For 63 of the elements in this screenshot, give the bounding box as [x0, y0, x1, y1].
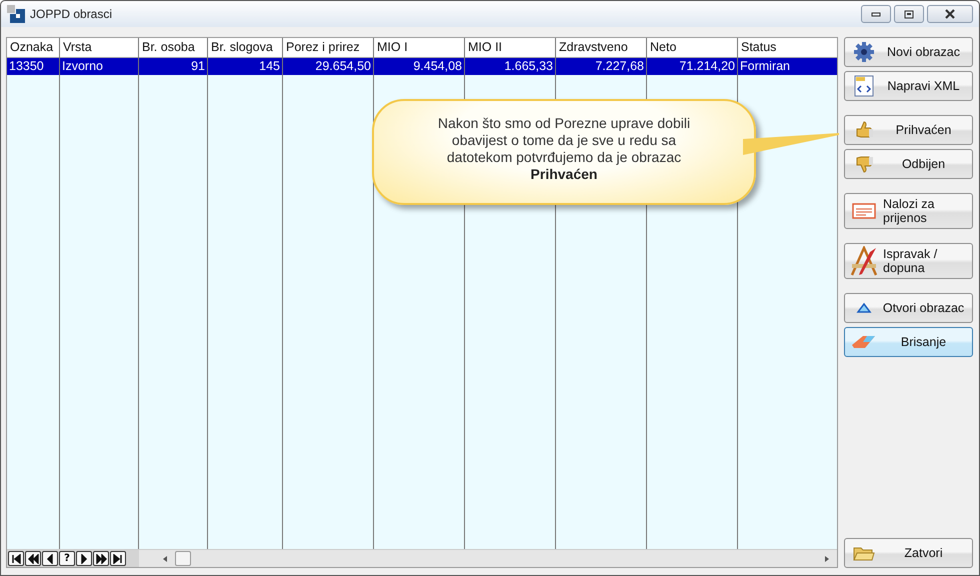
- action-button[interactable]: Novi obrazac: [844, 37, 973, 67]
- maximize-button[interactable]: [894, 5, 924, 23]
- next-icon: [78, 554, 90, 564]
- navigator-button[interactable]: [8, 551, 24, 566]
- scroll-thumb[interactable]: [175, 551, 191, 566]
- action-button[interactable]: Otvori obrazac: [844, 293, 973, 323]
- pencil-and-ruler-icon: [850, 246, 878, 276]
- navigator-button[interactable]: [76, 551, 92, 566]
- eraser-icon: [851, 333, 877, 351]
- column-header[interactable]: Porez i prirez: [283, 38, 373, 58]
- folder-icon: [853, 545, 875, 561]
- fast-forward-icon: [96, 554, 106, 564]
- close-icon: [944, 9, 956, 19]
- scroll-right-icon[interactable]: [823, 554, 831, 562]
- action-button[interactable]: Prihvaćen: [844, 115, 973, 145]
- last-record-icon: [112, 554, 124, 564]
- action-button[interactable]: Odbijen: [844, 149, 973, 179]
- column-header[interactable]: MIO II: [465, 38, 555, 58]
- action-button[interactable]: Napravi XML: [844, 71, 973, 101]
- window-title: JOPPD obrasci: [30, 7, 112, 21]
- action-button[interactable]: Nalozi za prijenos: [844, 193, 973, 229]
- navigator-button[interactable]: [93, 551, 109, 566]
- first-record-icon: [10, 554, 22, 564]
- navigator-button[interactable]: [25, 551, 41, 566]
- callout-bubble: Nakon što smo od Porezne uprave dobili obavijest o tome da je sve u redu sa datotekom potvrđujemo da je obrazac Prihvaćen: [372, 99, 756, 205]
- rewind-icon: [28, 554, 38, 564]
- triangle-icon: [856, 302, 872, 314]
- maximize-icon: [904, 10, 914, 18]
- scroll-left-icon[interactable]: [161, 554, 169, 562]
- table-cell: Izvorno: [60, 58, 138, 75]
- column-header[interactable]: Status: [738, 38, 837, 58]
- column-header[interactable]: Vrsta: [60, 38, 138, 58]
- gear-icon: [853, 41, 875, 63]
- form-icon: [852, 203, 876, 219]
- table-cell: 29.654,50: [283, 58, 373, 75]
- column-header[interactable]: Br. osoba: [139, 38, 207, 58]
- navigator-button[interactable]: [42, 551, 58, 566]
- table-cell: 1.665,33: [465, 58, 555, 75]
- minimize-icon: [871, 11, 881, 17]
- thumbs-up-icon: [854, 120, 874, 140]
- help-button[interactable]: ?: [59, 551, 75, 566]
- column-header[interactable]: MIO I: [374, 38, 464, 58]
- minimize-button[interactable]: [861, 5, 891, 23]
- action-button[interactable]: Brisanje: [844, 327, 973, 357]
- column-header[interactable]: Oznaka: [7, 38, 59, 58]
- app-icon: [7, 5, 25, 23]
- table-cell: 13350: [7, 58, 59, 75]
- navigator-button[interactable]: [110, 551, 126, 566]
- table-cell: 9.454,08: [374, 58, 464, 75]
- previous-icon: [44, 554, 56, 564]
- table-cell: 7.227,68: [556, 58, 646, 75]
- xml-file-icon: [854, 75, 874, 97]
- table-cell: 91: [139, 58, 207, 75]
- close-button[interactable]: [927, 5, 973, 23]
- action-button[interactable]: Zatvori: [844, 538, 973, 568]
- column-header[interactable]: Zdravstveno: [556, 38, 646, 58]
- table-cell: 71.214,20: [647, 58, 737, 75]
- action-button[interactable]: Ispravak / dopuna: [844, 243, 973, 279]
- column-header[interactable]: Br. slogova: [208, 38, 282, 58]
- thumbs-down-icon: [854, 154, 874, 174]
- table-cell: 145: [208, 58, 282, 75]
- table-cell: Formiran: [738, 58, 837, 75]
- column-header[interactable]: Neto: [647, 38, 737, 58]
